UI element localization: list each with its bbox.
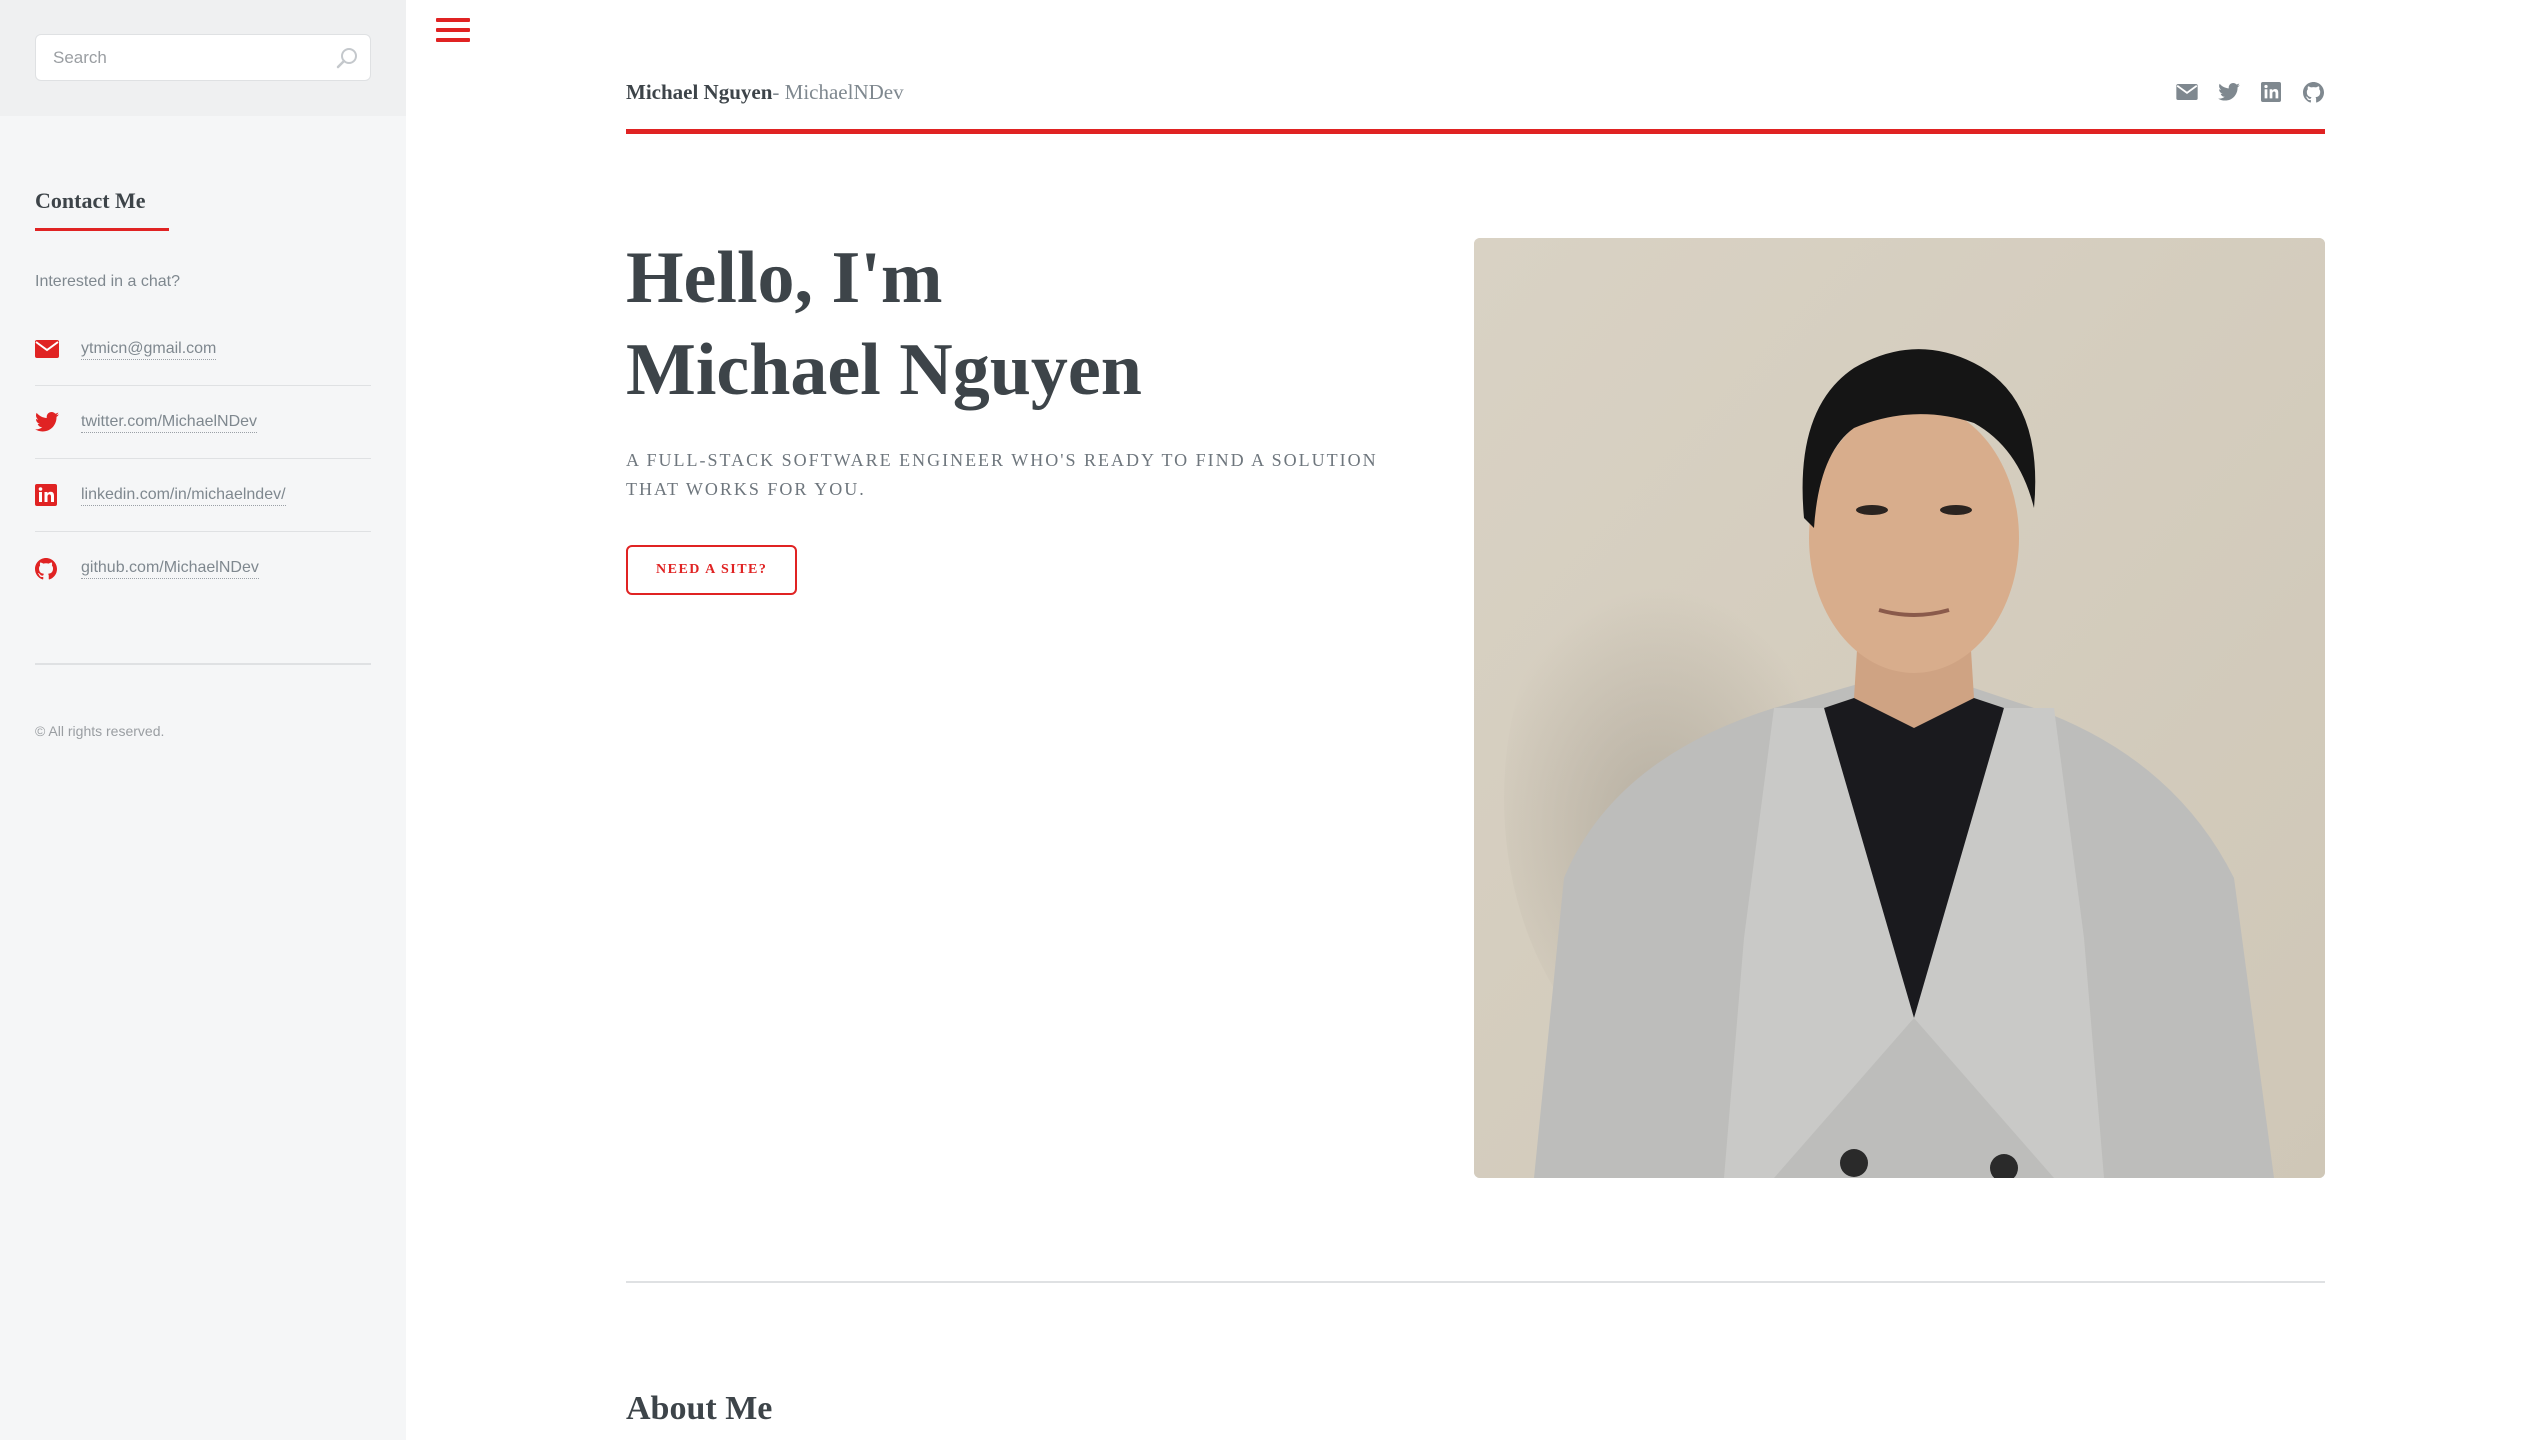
search-box[interactable] bbox=[35, 34, 371, 81]
envelope-icon[interactable] bbox=[2175, 80, 2199, 104]
contact-list: ytmicn@gmail.com twitter.com/MichaelNDev bbox=[35, 313, 371, 605]
search-icon[interactable] bbox=[334, 45, 360, 71]
hero-title-line2: Michael Nguyen bbox=[626, 329, 1142, 411]
hero-section: Hello, I'm Michael Nguyen A full-stack s… bbox=[626, 232, 1426, 595]
hero-title-line1: Hello, I'm bbox=[626, 237, 943, 319]
contact-link-linkedin[interactable]: linkedin.com/in/michaelndev/ bbox=[81, 485, 286, 506]
contact-link-email[interactable]: ytmicn@gmail.com bbox=[81, 339, 217, 360]
site-brand[interactable]: Michael Nguyen- MichaelNDev bbox=[626, 80, 904, 105]
sidebar-divider bbox=[35, 663, 371, 665]
brand-sub: - MichaelNDev bbox=[772, 80, 904, 104]
contact-title: Contact Me bbox=[35, 188, 169, 231]
github-icon[interactable] bbox=[2301, 80, 2325, 104]
profile-photo bbox=[1474, 238, 2325, 1178]
site-header: Michael Nguyen- MichaelNDev bbox=[626, 78, 2325, 134]
search-input[interactable] bbox=[36, 35, 370, 80]
contact-item-twitter: twitter.com/MichaelNDev bbox=[35, 386, 371, 459]
hero-title: Hello, I'm Michael Nguyen bbox=[626, 232, 1426, 416]
section-divider bbox=[626, 1281, 2325, 1283]
about-title: About Me bbox=[626, 1390, 773, 1427]
search-section bbox=[0, 0, 406, 116]
contact-link-github[interactable]: github.com/MichaelNDev bbox=[81, 558, 259, 579]
envelope-icon bbox=[35, 337, 63, 361]
need-a-site-button[interactable]: Need a site? bbox=[626, 545, 798, 595]
contact-link-twitter[interactable]: twitter.com/MichaelNDev bbox=[81, 412, 258, 433]
linkedin-icon bbox=[35, 483, 63, 507]
twitter-icon[interactable] bbox=[2217, 80, 2241, 104]
contact-item-linkedin: linkedin.com/in/michaelndev/ bbox=[35, 459, 371, 532]
hero-subtitle: A full-stack software engineer who's rea… bbox=[626, 450, 1378, 499]
contact-item-github: github.com/MichaelNDev bbox=[35, 532, 371, 605]
brand-name: Michael Nguyen bbox=[626, 80, 773, 104]
linkedin-icon[interactable] bbox=[2259, 80, 2283, 104]
sidebar: Contact Me Interested in a chat? ytmicn@… bbox=[0, 0, 406, 1440]
contact-section: Contact Me Interested in a chat? ytmicn@… bbox=[0, 116, 406, 739]
menu-toggle-icon[interactable] bbox=[436, 18, 470, 46]
twitter-icon bbox=[35, 410, 63, 434]
header-social-icons bbox=[2175, 80, 2325, 104]
contact-item-email: ytmicn@gmail.com bbox=[35, 313, 371, 386]
copyright: © All rights reserved. bbox=[35, 723, 165, 739]
contact-intro: Interested in a chat? bbox=[35, 273, 180, 290]
main-content: Michael Nguyen- MichaelNDev Hello, I'm M… bbox=[406, 0, 2539, 1440]
github-icon bbox=[35, 557, 63, 581]
